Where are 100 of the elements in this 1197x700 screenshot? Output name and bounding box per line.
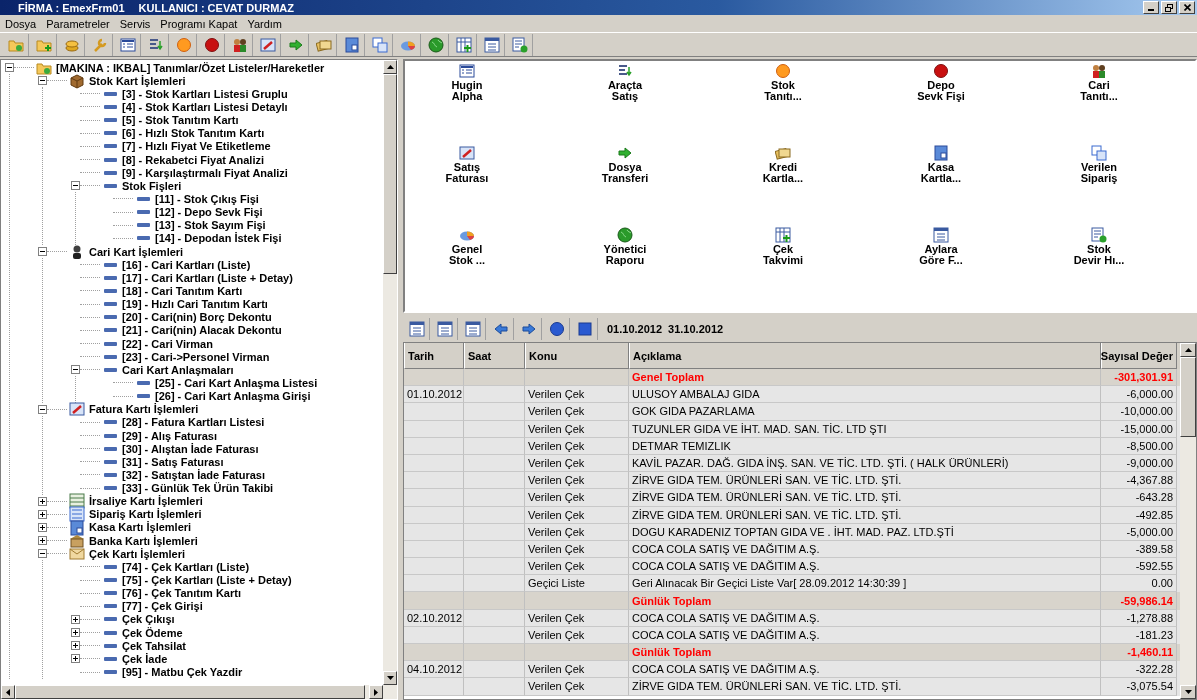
tree-item[interactable]: [6] - Hızlı Stok Tanıtım Kartı (122, 127, 265, 140)
tree-item[interactable]: [11] - Stok Çıkış Fişi (155, 192, 259, 205)
collapse-toggle[interactable] (38, 247, 47, 257)
launcher-button[interactable]: Cari Tanıtı... (1044, 63, 1154, 103)
tree-item[interactable]: Fatura Kartı İşlemleri (89, 403, 199, 416)
collapse-toggle[interactable] (71, 365, 80, 375)
tree-item[interactable]: [13] - Stok Sayım Fişi (155, 219, 266, 232)
table-row[interactable]: Verilen Çek ZİRVE GIDA TEM. ÜRÜNLERİ SAN. VE TİC. LTD. ŞTİ. -3,075.54 (404, 678, 1180, 696)
expand-toggle[interactable] (38, 536, 47, 546)
tree-item[interactable]: Çek Ödeme (122, 626, 183, 639)
tree-item[interactable]: [23] - Cari->Personel Virman (122, 350, 270, 363)
company-title: FİRMA : EmexFrm01 (18, 1, 125, 14)
tree-item[interactable]: [33] - Günlük Tek Ürün Takibi (122, 482, 274, 495)
tree-item[interactable]: [76] - Çek Tanıtım Kartı (122, 587, 241, 600)
table-row[interactable]: Verilen Çek COCA COLA SATIŞ VE DAĞITIM A.Ş. -592.55 (404, 558, 1180, 576)
tree-item[interactable]: [14] - Depodan İstek Fişi (155, 232, 282, 245)
tree-item[interactable]: [74] - Çek Kartları (Liste) (122, 560, 250, 573)
table-row[interactable]: 04.10.2012 Verilen Çek COCA COLA SATIŞ VE DAĞITIM A.Ş. -322.28 (404, 661, 1180, 679)
tree-item[interactable]: [MAKINA : IKBAL] Tanımlar/Özet Listeler/Hareketler (56, 61, 325, 74)
tree-item[interactable]: [75] - Çek Kartları (Liste + Detay) (122, 574, 292, 587)
tree-item[interactable]: Çek Çıkışı (122, 613, 175, 626)
expand-toggle[interactable] (38, 523, 47, 532)
expand-toggle[interactable] (71, 614, 80, 624)
tree-item[interactable]: [22] - Cari Virman (122, 337, 213, 350)
tree-item[interactable]: [95] - Matbu Çek Yazdir (122, 666, 243, 679)
menu-item[interactable]: Dosya (0, 17, 42, 30)
vertical-scrollbar[interactable] (1180, 343, 1196, 699)
tree-item[interactable]: Çek İade (122, 652, 168, 665)
tree-item[interactable]: [19] - Hızlı Cari Tanıtım Kartı (122, 298, 268, 311)
tree-item[interactable]: Cari Kart Anlaşmaları (122, 363, 234, 376)
tree-item[interactable]: [25] - Cari Kart Anlaşma Listesi (155, 376, 318, 389)
expand-toggle[interactable] (71, 654, 80, 664)
restore-button[interactable] (1161, 1, 1177, 14)
expand-toggle[interactable] (71, 641, 80, 651)
vertical-scrollbar[interactable] (383, 60, 397, 685)
launcher-button[interactable]: Satış Faturası (412, 145, 522, 185)
table-row[interactable]: Verilen Çek ZİRVE GIDA TEM. ÜRÜNLERİ SAN. VE TİC. LTD. ŞTİ. -643.28 (404, 489, 1180, 507)
expand-toggle[interactable] (38, 509, 47, 519)
tree-item[interactable]: Kasa Kartı İşlemleri (89, 521, 192, 534)
table-row[interactable]: Geçici Liste Geri Alınacak Bir Geçici Liste Var[ 28.09.2012 14:30:39 ] 0.00 (404, 575, 1180, 593)
item-icon (104, 617, 117, 622)
expand-toggle[interactable] (71, 628, 80, 638)
tree-item[interactable]: [20] - Cari(nin) Borç Dekontu (122, 311, 272, 324)
table-row[interactable]: 01.10.2012 Verilen Çek ULUSOY AMBALAJ GIDA -6,000.00 (404, 386, 1180, 404)
tree-item[interactable]: [12] - Depo Sevk Fişi (155, 206, 263, 219)
launcher-button[interactable]: Depo Sevk Fişi (886, 63, 996, 103)
tree-item[interactable]: [28] - Fatura Kartları Listesi (122, 416, 265, 429)
tree-item[interactable]: Çek Tahsilat (122, 639, 186, 652)
tree-item[interactable]: [7] - Hızlı Fiyat Ve Etiketleme (122, 140, 271, 153)
collapse-toggle[interactable] (71, 181, 80, 191)
menu-item[interactable]: Yardım (242, 17, 287, 30)
scroll-thumb[interactable] (1180, 357, 1196, 437)
launcher-button[interactable]: Çek Takvimi (728, 227, 838, 267)
minimize-button[interactable] (1143, 1, 1159, 14)
collapse-toggle[interactable] (38, 404, 47, 414)
tree-item[interactable]: [30] - Alıştan İade Faturası (122, 442, 259, 455)
tree-item[interactable]: Çek Kartı İşlemleri (89, 547, 185, 560)
tree-item[interactable]: [16] - Cari Kartları (Liste) (122, 258, 251, 271)
tree-item[interactable]: [5] - Stok Tanıtım Kartı (122, 114, 239, 127)
tree-item[interactable]: [21] - Cari(nin) Alacak Dekontu (122, 324, 282, 337)
tree-item[interactable]: Cari Kart İşlemleri (89, 245, 184, 258)
launcher-button[interactable]: Aylara Göre F... (886, 227, 996, 267)
tree-item[interactable]: [31] - Satış Faturası (122, 455, 224, 468)
launcher-button[interactable]: Hugin Alpha (412, 63, 522, 103)
launcher-button[interactable]: Genel Stok ... (412, 227, 522, 267)
expand-toggle[interactable] (38, 496, 47, 506)
tree-item[interactable]: [8] - Rekabetci Fiyat Analizi (122, 153, 265, 166)
menu-item[interactable]: Parametreler (41, 17, 115, 30)
close-button[interactable] (1179, 1, 1195, 14)
tree-item[interactable]: [18] - Cari Tanıtım Kartı (122, 284, 243, 297)
menu-item[interactable]: Programı Kapat (155, 17, 243, 30)
tree-item[interactable]: Banka Kartı İşlemleri (89, 534, 198, 547)
launcher-button[interactable]: Dosya Transferi (570, 145, 680, 185)
launcher-button[interactable]: Araçta Satış (570, 63, 680, 103)
tree-item[interactable]: Stok Kart İşlemleri (89, 74, 186, 87)
launcher-button[interactable]: Stok Devir Hı... (1044, 227, 1154, 267)
tree-item[interactable]: [17] - Cari Kartları (Liste + Detay) (122, 271, 293, 284)
tree-item[interactable]: [4] - Stok Kartları Listesi Detaylı (122, 101, 288, 113)
launcher-button[interactable]: Kasa Kartla... (886, 145, 996, 185)
tree-item[interactable]: Stok Fişleri (122, 179, 182, 192)
table-row[interactable]: Verilen Çek GOK GIDA PAZARLAMA -10,000.00 (404, 403, 1180, 421)
tree-item[interactable]: [77] - Çek Girişi (122, 600, 203, 613)
menu-item[interactable]: Servis (114, 17, 156, 30)
launcher-button[interactable]: Stok Tanıtı... (728, 63, 838, 103)
scroll-thumb[interactable] (383, 74, 397, 274)
tree-item[interactable]: [26] - Cari Kart Anlaşma Girişi (155, 390, 311, 403)
tree-item[interactable]: [29] - Alış Faturası (122, 429, 217, 442)
tree-item[interactable]: [3] - Stok Kartları Listesi Gruplu (122, 87, 288, 100)
tree-item[interactable]: Sipariş Kartı İşlemleri (89, 508, 202, 521)
launcher-button[interactable]: Yönetici Raporu (570, 227, 680, 267)
tree-item[interactable]: [9] - Karşılaştırmalı Fiyat Analizi (122, 166, 288, 179)
table-row[interactable]: Verilen Çek ZİRVE GIDA TEM. ÜRÜNLERİ SAN. VE TİC. LTD. ŞTİ. -4,367.88 (404, 472, 1180, 490)
tree-item[interactable]: [32] - Satıştan İade Faturası (122, 468, 266, 481)
launcher-button[interactable]: Kredi Kartla... (728, 145, 838, 185)
table-cell: -8,500.00 (1101, 437, 1177, 455)
launcher-button[interactable]: Verilen Sipariş (1044, 145, 1154, 185)
collapse-toggle[interactable] (38, 549, 47, 559)
collapse-toggle[interactable] (38, 76, 47, 86)
tree-item[interactable]: İrsaliye Kartı İşlemleri (89, 495, 203, 508)
collapse-toggle[interactable] (5, 63, 14, 73)
